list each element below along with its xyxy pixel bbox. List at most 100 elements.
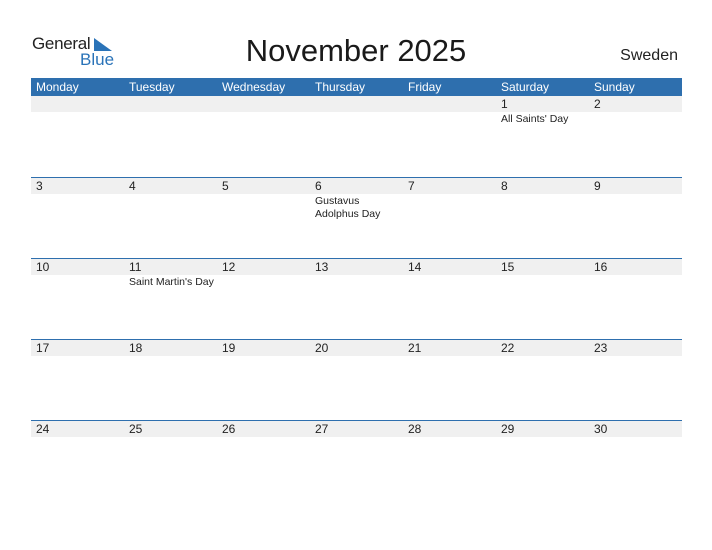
- day-number: 30: [594, 422, 608, 436]
- holiday-label: [501, 275, 589, 276]
- day-cell: 12: [217, 259, 310, 289]
- day-number: 17: [36, 341, 50, 355]
- holiday-label: [408, 437, 496, 438]
- day-number: [222, 96, 310, 112]
- day-number: [315, 96, 403, 112]
- day-number: 26: [222, 422, 236, 436]
- day-cell: 27: [310, 421, 403, 438]
- day-number: 27: [315, 422, 329, 436]
- holiday-label: Saint Martin's Day: [129, 276, 214, 288]
- day-number: 4: [129, 179, 136, 193]
- day-number: 12: [222, 260, 236, 274]
- day-cell: 24: [31, 421, 124, 438]
- day-cell: 3: [31, 178, 124, 221]
- holiday-label: All Saints' Day: [501, 113, 569, 125]
- week-cells: 24 25 26 27 28 29 30: [31, 421, 682, 438]
- day-cell: 28: [403, 421, 496, 438]
- day-number: [129, 96, 217, 112]
- day-cell: [124, 96, 217, 126]
- day-number: 25: [129, 422, 143, 436]
- holiday-label: [36, 194, 124, 195]
- day-number: 22: [501, 341, 515, 355]
- day-number: 29: [501, 422, 515, 436]
- week-cells: 10 11 Saint Martin's Day 12 13 14 15 16: [31, 259, 682, 289]
- week-row: 3 4 5 6 Gustavus Adolphus Day 7 8 9: [31, 177, 682, 258]
- day-number: 19: [222, 341, 236, 355]
- day-number: 15: [501, 260, 515, 274]
- holiday-label: [594, 275, 682, 276]
- day-cell: [217, 96, 310, 126]
- day-cell: 4: [124, 178, 217, 221]
- day-number: 2: [594, 97, 601, 111]
- day-cell: 11 Saint Martin's Day: [124, 259, 217, 289]
- holiday-label: [594, 112, 682, 113]
- day-cell: 19: [217, 340, 310, 357]
- day-cell: 29: [496, 421, 589, 438]
- holiday-label: [129, 437, 217, 438]
- day-number: [408, 96, 496, 112]
- holiday-label: [222, 275, 310, 276]
- day-cell: 22: [496, 340, 589, 357]
- holiday-label: [36, 437, 124, 438]
- day-cell: 17: [31, 340, 124, 357]
- day-cell: 13: [310, 259, 403, 289]
- day-cell: 9: [589, 178, 682, 221]
- day-cell: 8: [496, 178, 589, 221]
- holiday-label: [408, 194, 496, 195]
- holiday-label: [222, 194, 310, 195]
- holiday-label: [129, 112, 217, 113]
- weekday-header: Monday Tuesday Wednesday Thursday Friday…: [31, 78, 682, 96]
- day-cell: 26: [217, 421, 310, 438]
- day-number: 20: [315, 341, 329, 355]
- country-label: Sweden: [620, 47, 678, 64]
- calendar-title: November 2025: [245, 33, 467, 68]
- day-cell: 6 Gustavus Adolphus Day: [310, 178, 403, 221]
- day-number: 6: [315, 179, 322, 193]
- holiday-label: [501, 437, 589, 438]
- week-cells: 1 All Saints' Day 2: [31, 96, 682, 126]
- holiday-label: [129, 356, 217, 357]
- holiday-label: [315, 437, 403, 438]
- holiday-label: [222, 437, 310, 438]
- holiday-label: [222, 356, 310, 357]
- weekday-sunday: Sunday: [594, 80, 635, 94]
- day-number: 3: [36, 179, 43, 193]
- holiday-label: [408, 275, 496, 276]
- day-number: 9: [594, 179, 601, 193]
- day-number: 13: [315, 260, 329, 274]
- day-cell: 23: [589, 340, 682, 357]
- weekday-tuesday: Tuesday: [129, 80, 175, 94]
- day-number: 21: [408, 341, 422, 355]
- holiday-label: [408, 356, 496, 357]
- week-row: 17 18 19 20 21 22 23: [31, 339, 682, 420]
- week-row: 10 11 Saint Martin's Day 12 13 14 15 16: [31, 258, 682, 339]
- day-number: 8: [501, 179, 508, 193]
- weekday-saturday: Saturday: [501, 80, 550, 94]
- day-number: 1: [501, 97, 508, 111]
- day-cell: 20: [310, 340, 403, 357]
- weeks-container: 1 All Saints' Day 2 3 4 5 6 Gustavus Adolphus D…: [31, 96, 682, 501]
- holiday-label: [408, 112, 496, 113]
- day-cell: 7: [403, 178, 496, 221]
- day-number: 28: [408, 422, 422, 436]
- day-number: 18: [129, 341, 143, 355]
- day-cell: [310, 96, 403, 126]
- holiday-label: [36, 112, 124, 113]
- day-cell: 18: [124, 340, 217, 357]
- week-cells: 17 18 19 20 21 22 23: [31, 340, 682, 357]
- day-number: [36, 96, 124, 112]
- holiday-label: [36, 356, 124, 357]
- day-cell: [403, 96, 496, 126]
- day-number: 23: [594, 341, 608, 355]
- holiday-label: [315, 275, 403, 276]
- weekday-thursday: Thursday: [315, 80, 366, 94]
- day-cell: 2: [589, 96, 682, 126]
- holiday-label: [594, 437, 682, 438]
- day-cell: 16: [589, 259, 682, 289]
- day-cell: [31, 96, 124, 126]
- day-cell: 21: [403, 340, 496, 357]
- weekday-monday: Monday: [36, 80, 79, 94]
- holiday-label: Gustavus Adolphus Day: [315, 195, 381, 220]
- week-row: 24 25 26 27 28 29 30: [31, 420, 682, 501]
- day-cell: 5: [217, 178, 310, 221]
